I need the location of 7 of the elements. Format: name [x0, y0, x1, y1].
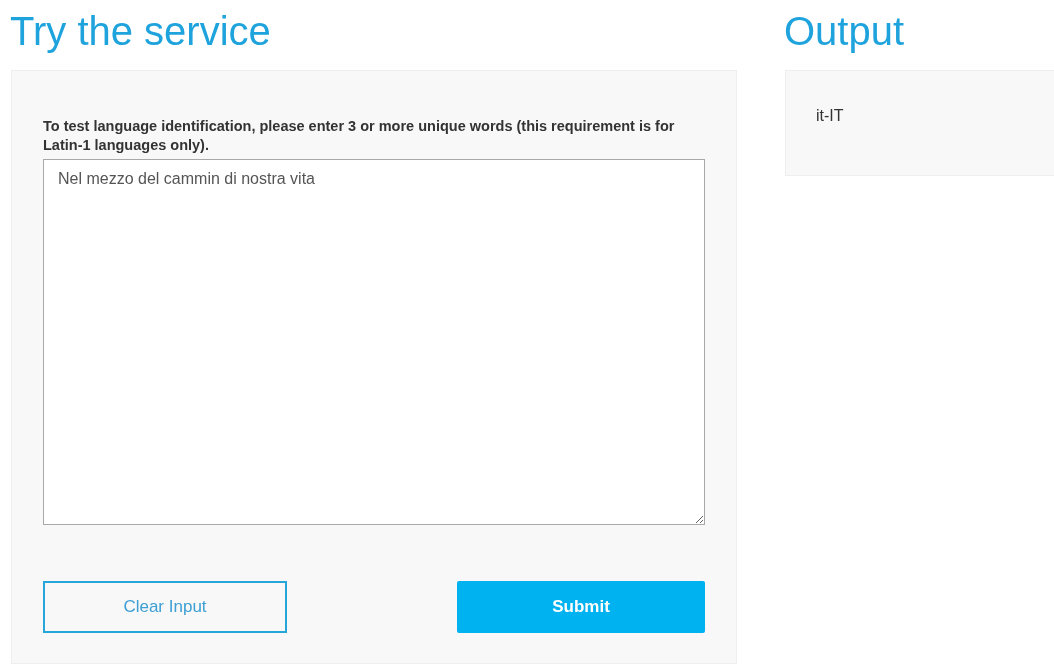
clear-button[interactable]: Clear Input: [43, 581, 287, 633]
text-input-field[interactable]: Nel mezzo del cammin di nostra vita: [43, 159, 705, 525]
instruction-text: To test language identification, please enter 3 or more unique words (this requirement is for Latin-1 languages only).: [43, 117, 676, 155]
section-title: Output: [784, 8, 906, 55]
submit-button[interactable]: Submit: [457, 581, 705, 633]
output-result: it-IT: [816, 107, 845, 125]
section-title: Try the service: [10, 8, 272, 55]
